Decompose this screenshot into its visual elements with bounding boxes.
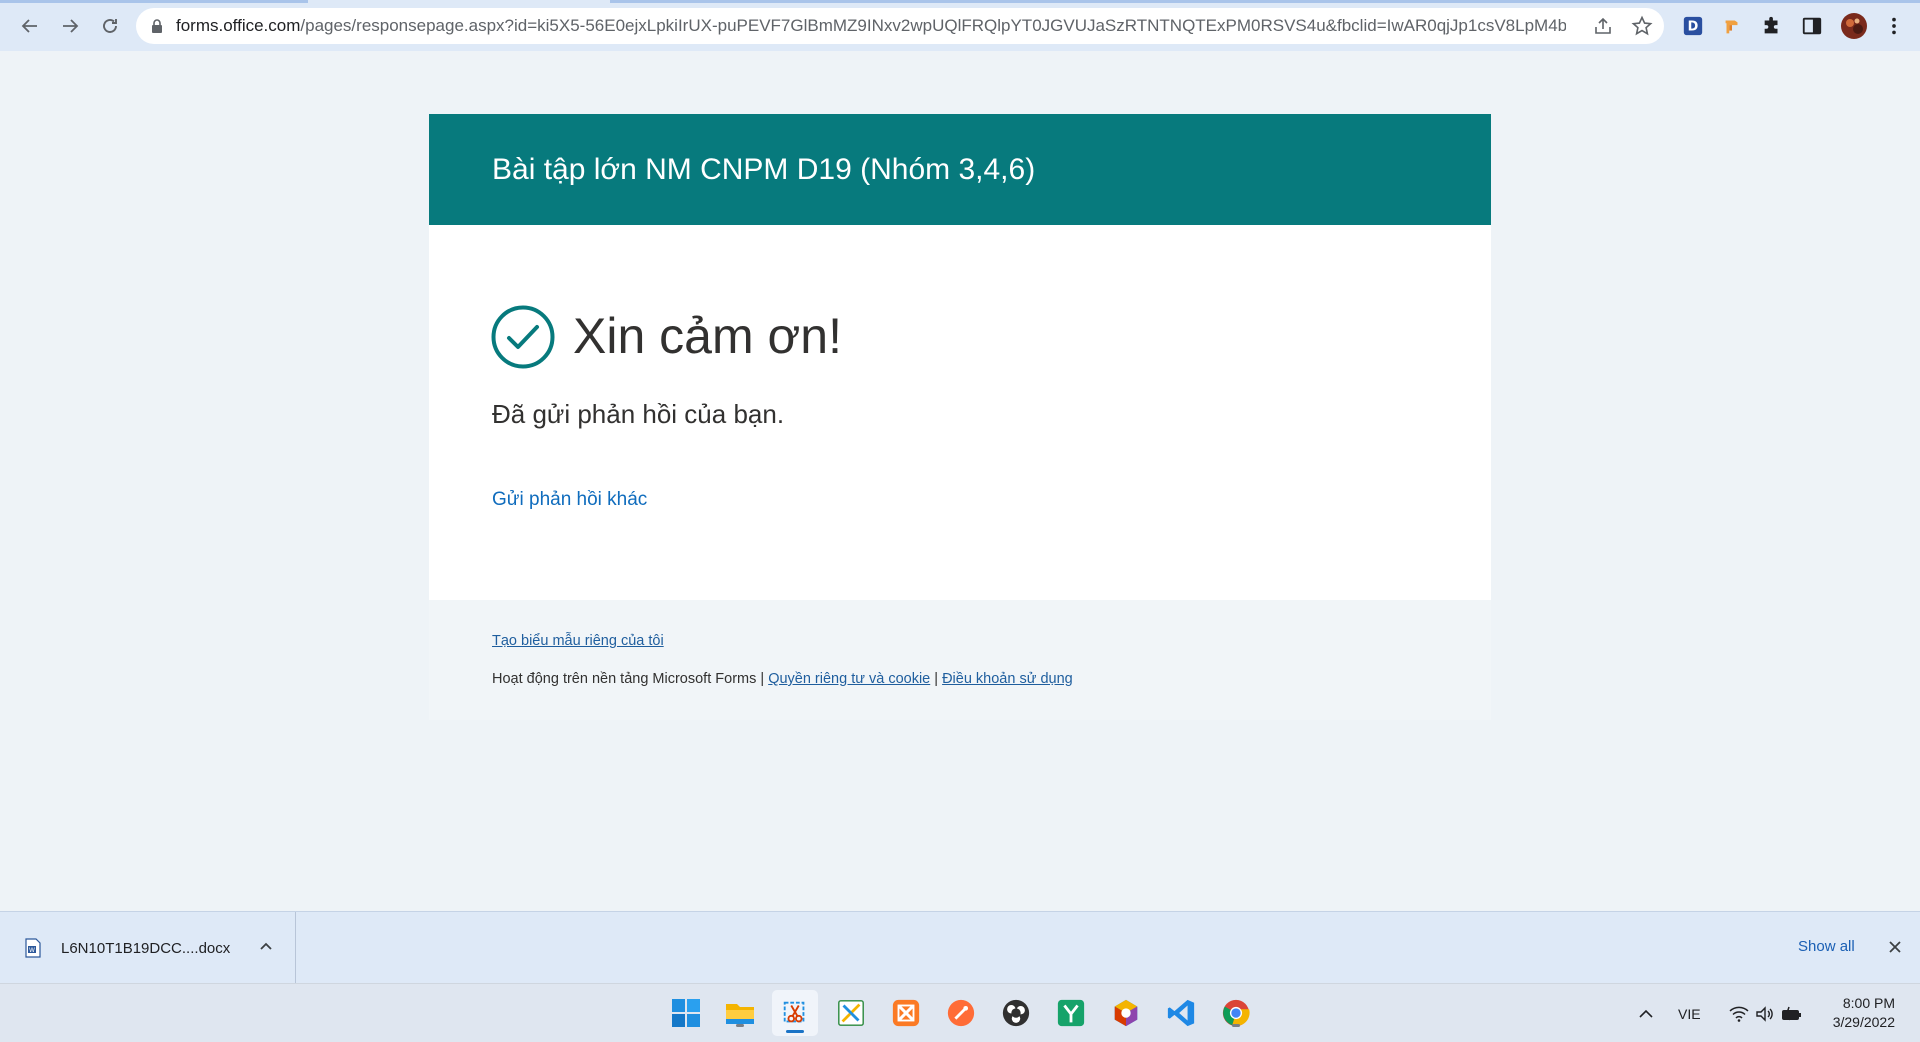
footer-separator: | bbox=[934, 671, 939, 687]
forward-button[interactable] bbox=[52, 8, 88, 44]
kebab-menu-icon bbox=[1892, 17, 1896, 35]
taskbar-app-green[interactable] bbox=[1054, 996, 1088, 1030]
browser-menu-button[interactable] bbox=[1882, 14, 1906, 38]
reload-button[interactable] bbox=[92, 8, 128, 44]
privacy-cookies-link[interactable]: Quyền riêng tư và cookie bbox=[768, 671, 930, 687]
svg-text:W: W bbox=[29, 947, 35, 954]
highlighter-extension-icon bbox=[1725, 20, 1738, 34]
taskbar-app-cube[interactable] bbox=[1109, 996, 1143, 1030]
windows-logo-icon bbox=[672, 999, 700, 1027]
taskbar-xampp[interactable] bbox=[889, 996, 923, 1030]
wifi-icon[interactable] bbox=[1729, 1006, 1749, 1022]
back-button[interactable] bbox=[12, 8, 48, 44]
taskbar-app-orange[interactable] bbox=[944, 996, 978, 1030]
browser-toolbar: forms.office.com/pages/responsepage.aspx… bbox=[0, 0, 1920, 51]
snipping-tool-icon bbox=[783, 1001, 805, 1023]
taskbar-obs[interactable] bbox=[999, 996, 1033, 1030]
close-icon[interactable] bbox=[1887, 939, 1903, 955]
chevron-up-icon[interactable] bbox=[258, 938, 274, 954]
extension-d-button[interactable]: D bbox=[1681, 14, 1705, 38]
cube-app-icon bbox=[1114, 999, 1138, 1027]
form-card: Bài tập lớn NM CNPM D19 (Nhóm 3,4,6) Xin… bbox=[429, 114, 1491, 720]
thank-you-heading: Xin cảm ơn! bbox=[573, 308, 842, 364]
downloads-bar: W L6N10T1B19DCC....docx Show all bbox=[0, 911, 1920, 984]
volume-icon[interactable] bbox=[1755, 1005, 1775, 1022]
side-panel-button[interactable] bbox=[1800, 14, 1824, 38]
page-content: Bài tập lớn NM CNPM D19 (Nhóm 3,4,6) Xin… bbox=[0, 51, 1920, 911]
running-indicator bbox=[1232, 1024, 1240, 1027]
taskbar: VIE 8:00 PM 3/29/2022 bbox=[0, 983, 1920, 1042]
show-all-downloads-button[interactable]: Show all bbox=[1798, 938, 1855, 955]
star-icon bbox=[1631, 15, 1653, 36]
form-header: Bài tập lớn NM CNPM D19 (Nhóm 3,4,6) bbox=[429, 114, 1491, 225]
word-document-icon: W bbox=[25, 938, 41, 958]
green-app-icon bbox=[1057, 999, 1085, 1027]
reload-icon bbox=[103, 18, 117, 33]
forward-arrow-icon bbox=[63, 18, 79, 33]
puzzle-icon bbox=[1764, 16, 1778, 34]
start-button[interactable] bbox=[669, 996, 703, 1030]
clock[interactable]: 8:00 PM 3/29/2022 bbox=[1833, 994, 1895, 1032]
extensions-button[interactable] bbox=[1760, 14, 1784, 38]
download-item[interactable]: W L6N10T1B19DCC....docx bbox=[0, 912, 296, 984]
avatar-icon bbox=[1841, 13, 1867, 39]
d-extension-icon: D bbox=[1683, 16, 1703, 36]
extension-pen-button[interactable] bbox=[1720, 14, 1744, 38]
submitted-message: Đã gửi phản hồi của bạn. bbox=[492, 399, 785, 429]
url-host: forms.office.com bbox=[176, 16, 301, 35]
share-icon bbox=[1595, 17, 1611, 34]
tab-strip bbox=[610, 0, 1920, 3]
address-bar[interactable]: forms.office.com/pages/responsepage.aspx… bbox=[136, 8, 1664, 44]
create-own-form-link[interactable]: Tạo biểu mẫu riêng của tôi bbox=[492, 633, 664, 649]
active-indicator bbox=[786, 1030, 804, 1033]
side-panel-icon bbox=[1802, 17, 1822, 35]
svg-text:D: D bbox=[1688, 20, 1699, 35]
url-path: /pages/responsepage.aspx?id=ki5X5-56E0ej… bbox=[300, 16, 1566, 35]
language-indicator[interactable]: VIE bbox=[1678, 1006, 1701, 1022]
taskbar-vscode[interactable] bbox=[1164, 996, 1198, 1030]
vscode-icon bbox=[1167, 999, 1195, 1027]
form-footer: Tạo biểu mẫu riêng của tôi Hoạt động trê… bbox=[429, 600, 1491, 720]
form-title: Bài tập lớn NM CNPM D19 (Nhóm 3,4,6) bbox=[492, 152, 1036, 186]
back-arrow-icon bbox=[21, 18, 37, 33]
tab-strip bbox=[0, 0, 308, 3]
profile-avatar[interactable] bbox=[1840, 12, 1868, 40]
share-button[interactable] bbox=[1592, 15, 1614, 37]
system-tray: VIE bbox=[1638, 984, 1803, 1042]
checkmark-circle-icon bbox=[491, 305, 555, 369]
url-text[interactable]: forms.office.com/pages/responsepage.aspx… bbox=[176, 16, 1566, 36]
clock-date: 3/29/2022 bbox=[1832, 1014, 1895, 1030]
taskbar-snipping-tool[interactable] bbox=[772, 990, 818, 1036]
taskbar-file-explorer[interactable] bbox=[723, 996, 757, 1030]
obs-icon bbox=[1002, 999, 1030, 1027]
chevron-up-icon[interactable] bbox=[1638, 1006, 1654, 1022]
powered-by-text: Hoạt động trên nền tảng Microsoft Forms … bbox=[492, 671, 765, 687]
download-file-name: L6N10T1B19DCC....docx bbox=[61, 939, 231, 957]
form-body: Xin cảm ơn! Đã gửi phản hồi của bạn. Gửi… bbox=[429, 225, 1491, 600]
clock-time: 8:00 PM bbox=[1842, 995, 1895, 1011]
tools-app-icon bbox=[838, 1000, 864, 1026]
running-indicator bbox=[736, 1024, 744, 1027]
taskbar-app-tools[interactable] bbox=[834, 996, 868, 1030]
submit-another-response-link[interactable]: Gửi phản hồi khác bbox=[492, 489, 647, 511]
lock-icon bbox=[152, 19, 162, 33]
postman-icon bbox=[947, 999, 975, 1027]
bookmark-star-button[interactable] bbox=[1631, 15, 1653, 37]
taskbar-chrome[interactable] bbox=[1219, 996, 1253, 1030]
terms-of-use-link[interactable]: Điều khoản sử dụng bbox=[942, 671, 1073, 687]
footer-text: Hoạt động trên nền tảng Microsoft Forms … bbox=[492, 671, 1073, 687]
battery-charging-icon[interactable] bbox=[1781, 1006, 1803, 1022]
xampp-icon bbox=[892, 999, 920, 1027]
